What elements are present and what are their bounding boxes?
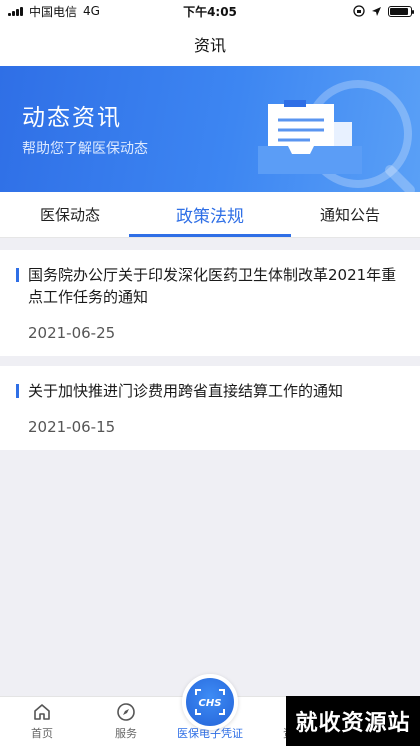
news-title: 关于加快推进门诊费用跨省直接结算工作的通知: [16, 380, 404, 402]
list-item[interactable]: 关于加快推进门诊费用跨省直接结算工作的通知 2021-06-15: [0, 366, 420, 450]
news-list: 国务院办公厅关于印发深化医药卫生体制改革2021年重点工作任务的通知 2021-…: [0, 250, 420, 460]
page-title: 资讯: [193, 36, 226, 55]
list-item[interactable]: 国务院办公厅关于印发深化医药卫生体制改革2021年重点工作任务的通知 2021-…: [0, 250, 420, 356]
carrier-label: 中国电信: [29, 4, 78, 19]
tab-medical-news[interactable]: 医保动态: [0, 192, 140, 237]
news-date: 2021-06-25: [28, 324, 116, 342]
signal-icon: [8, 6, 23, 16]
tab-label: 通知公告: [319, 206, 380, 224]
network-label: 4G: [83, 4, 100, 18]
watermark: 就收资源站: [286, 696, 420, 746]
status-time: 下午4:05: [183, 4, 237, 19]
tabbar-item-home[interactable]: 首页: [0, 697, 84, 746]
battery-icon: [388, 5, 414, 17]
tab-notices[interactable]: 通知公告: [280, 192, 420, 237]
compass-icon: [117, 703, 135, 721]
nav-bar: 资讯: [0, 22, 420, 66]
chs-icon: CHS: [195, 689, 225, 715]
tabbar-label: 首页: [31, 727, 53, 740]
home-icon: [34, 704, 50, 720]
tab-label: 政策法规: [176, 207, 244, 227]
category-tabs: 医保动态 政策法规 通知公告: [0, 192, 420, 238]
banner-subtitle: 帮助您了解医保动态: [22, 141, 148, 157]
banner: 动态资讯 帮助您了解医保动态: [0, 66, 420, 192]
status-bar: 中国电信 4G 下午4:05: [0, 0, 420, 22]
tab-label: 医保动态: [39, 206, 100, 224]
document-search-illustration: [258, 80, 415, 192]
news-date: 2021-06-15: [28, 418, 116, 436]
news-title: 国务院办公厅关于印发深化医药卫生体制改革2021年重点工作任务的通知: [16, 264, 404, 308]
chs-label: CHS: [199, 698, 222, 709]
e-voucher-button[interactable]: CHS: [182, 674, 238, 730]
location-icon: [372, 6, 381, 16]
tab-policy-regulations[interactable]: 政策法规: [140, 192, 280, 237]
orientation-lock-icon: [353, 5, 365, 17]
banner-title: 动态资讯: [22, 105, 122, 131]
tabbar-item-service[interactable]: 服务: [84, 697, 168, 746]
tabbar-label: 服务: [115, 727, 137, 740]
